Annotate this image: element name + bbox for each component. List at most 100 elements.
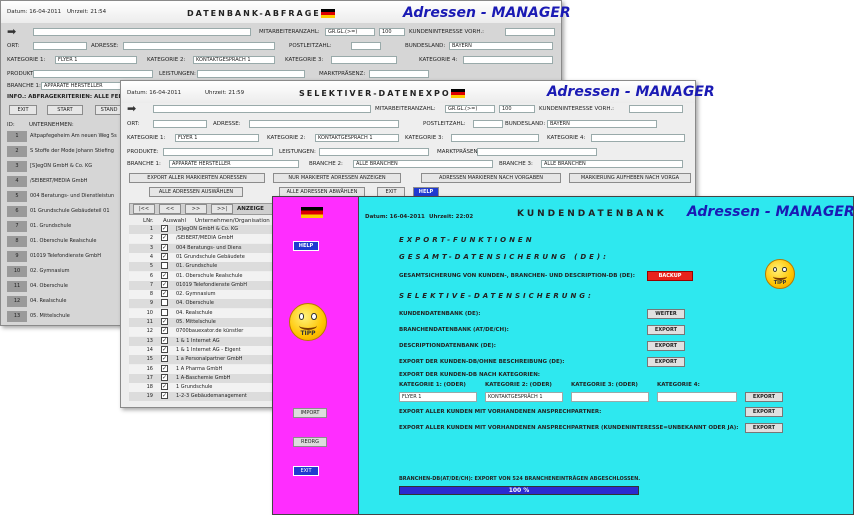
import-button[interactable]: IMPORT xyxy=(293,408,327,418)
table-row[interactable]: 7 ✓ 01019 Telefondienste GmbH xyxy=(129,280,279,290)
row-select-checkbox[interactable]: ✓ xyxy=(161,364,168,372)
row-select-checkbox[interactable]: ✓ xyxy=(161,318,168,325)
stand-button[interactable]: STAND xyxy=(95,105,123,115)
tipp-smiley-icon[interactable]: TIPP xyxy=(765,259,795,289)
table-row[interactable]: 5 01. Grundschule xyxy=(129,262,279,272)
table-row[interactable]: 13 ✓ 1 & 1 Internet AG xyxy=(129,336,279,346)
list-item[interactable]: 2S Stoffe der Mode Johann Stiefing xyxy=(7,146,125,157)
export-interesse-button[interactable]: EXPORT xyxy=(745,423,783,433)
marktpraesenz-field[interactable] xyxy=(477,148,597,156)
kat2-field[interactable]: KONTAKTGESPRÄCH 1 xyxy=(485,392,563,402)
table-row[interactable]: 19 ✓ 1-2-3 Gebäudemanagement xyxy=(129,392,279,402)
mitarbeiter-operator-select[interactable]: GR.GL.(>=) xyxy=(445,105,495,113)
markierung-aufheben-button[interactable]: MARKIERUNG AUFHEBEN NACH VORGA xyxy=(569,173,691,183)
kundeninteresse-select[interactable] xyxy=(505,28,555,36)
kat3-field[interactable] xyxy=(451,134,539,142)
row-select-checkbox[interactable]: ✓ xyxy=(161,290,168,298)
leistungen-field[interactable] xyxy=(319,148,429,156)
kat4-field[interactable] xyxy=(657,392,737,402)
row-select-checkbox[interactable]: ✓ xyxy=(161,345,168,353)
branche1-select[interactable]: APPARATE HERSTELLER xyxy=(169,160,299,168)
export-kategorien-button[interactable]: EXPORT xyxy=(745,392,783,402)
adresse-field[interactable] xyxy=(249,120,399,128)
search-name-field[interactable] xyxy=(153,105,371,113)
row-select-checkbox[interactable]: ✓ xyxy=(161,383,168,391)
bundesland-select[interactable]: BAYERN xyxy=(449,42,553,50)
list-item[interactable]: 5 004 Beratungs- und Dienstleistun xyxy=(7,191,125,202)
reorg-button[interactable]: REORG xyxy=(293,437,327,447)
table-row[interactable]: 1 ✓ [S]egON GmbH & Co. KG xyxy=(129,225,279,234)
list-item[interactable]: 7 01. Grundschule xyxy=(7,221,125,232)
list-item[interactable]: 1 Altpapfegeheim Am neuen Weg 5s xyxy=(7,131,125,142)
table-row[interactable]: 17 ✓ 1 A-Baschemie GmbH xyxy=(129,373,279,383)
row-select-checkbox[interactable]: ✓ xyxy=(161,243,168,251)
export-ansprech-button[interactable]: EXPORT xyxy=(745,407,783,417)
list-item[interactable]: 3 [S]egON GmbH & Co. KG xyxy=(7,161,125,172)
produkte-field[interactable] xyxy=(163,148,273,156)
help-button[interactable]: HELP xyxy=(293,241,319,251)
table-row[interactable]: 11 ✓ 05. Mittelschule xyxy=(129,318,279,327)
last-page-button[interactable]: >>| xyxy=(211,204,233,214)
table-row[interactable]: 16 ✓ 1 A Pharma GmbH xyxy=(129,364,279,374)
next-page-button[interactable]: >> xyxy=(185,204,207,214)
table-row[interactable]: 18 ✓ 1 Grundschule xyxy=(129,383,279,393)
tipp-smiley-icon[interactable]: TIPP xyxy=(289,303,327,341)
produkte-field[interactable] xyxy=(33,70,153,78)
export-description-button[interactable]: EXPORT xyxy=(647,341,685,351)
row-select-checkbox[interactable]: ✓ xyxy=(161,234,168,242)
leistungen-field[interactable] xyxy=(197,70,305,78)
row-select-checkbox[interactable] xyxy=(161,299,168,307)
list-item[interactable]: 11 04. Oberschule xyxy=(7,281,125,292)
kat2-field[interactable]: KONTAKTGESPRÄCH 1 xyxy=(315,134,399,142)
table-row[interactable]: 4 ✓ 01 Grundschule Gebäudete xyxy=(129,252,279,262)
list-item[interactable]: 9 01019 Telefondienste GmbH xyxy=(7,251,125,262)
mitarbeiter-value-field[interactable]: 100 xyxy=(499,105,535,113)
list-item[interactable]: 13 05. Mittelschule xyxy=(7,311,125,322)
arrow-icon[interactable]: ➡ xyxy=(127,102,136,115)
adresse-field[interactable] xyxy=(123,42,275,50)
alle-auswaehlen-button[interactable]: ALLE ADRESSEN AUSWÄHLEN xyxy=(149,187,243,197)
branche1-select[interactable]: APPARATE HERSTELLER xyxy=(41,82,121,90)
plz-field[interactable] xyxy=(473,120,503,128)
ort-field[interactable] xyxy=(33,42,87,50)
table-row[interactable]: 3 ✓ 004 Beratungs- und Diens xyxy=(129,243,279,253)
start-button[interactable]: START xyxy=(47,105,83,115)
row-select-checkbox[interactable] xyxy=(161,262,168,270)
table-row[interactable]: 14 ✓ 1 & 1 Internet AG - Eigent xyxy=(129,345,279,355)
table-row[interactable]: 6 ✓ 01. Oberschule Realschule xyxy=(129,271,279,281)
table-row[interactable]: 12 ✓ 0700bauexator.de künstler xyxy=(129,327,279,337)
row-select-checkbox[interactable]: ✓ xyxy=(161,271,168,279)
kat4-field[interactable] xyxy=(591,134,685,142)
list-item[interactable]: 4/SEIBERT/MEDIA GmbH xyxy=(7,176,125,187)
branche3-select[interactable]: ALLE BRANCHEN xyxy=(541,160,683,168)
adressen-markieren-button[interactable]: ADRESSEN MARKIEREN NACH VORGABEN xyxy=(421,173,561,183)
row-select-checkbox[interactable]: ✓ xyxy=(161,355,168,363)
mitarbeiter-operator-select[interactable]: GR.GL.(>=) xyxy=(325,28,375,36)
row-select-checkbox[interactable]: ✓ xyxy=(161,225,168,232)
row-select-checkbox[interactable]: ✓ xyxy=(161,280,168,288)
mitarbeiter-value-field[interactable]: 100 xyxy=(379,28,405,36)
table-row[interactable]: 9 04. Oberschule xyxy=(129,299,279,309)
row-select-checkbox[interactable]: ✓ xyxy=(161,327,168,335)
branche2-select[interactable]: ALLE BRANCHEN xyxy=(353,160,493,168)
list-item[interactable]: 6 01 Grundschule Gebäudeteil 01 xyxy=(7,206,125,217)
search-name-field[interactable] xyxy=(33,28,251,36)
row-select-checkbox[interactable]: ✓ xyxy=(161,373,168,381)
export-branchen-button[interactable]: EXPORT xyxy=(647,325,685,335)
kat1-field[interactable]: FLYER 1 xyxy=(175,134,259,142)
table-row[interactable]: 10 04. Realschule xyxy=(129,308,279,318)
row-select-checkbox[interactable]: ✓ xyxy=(161,336,168,344)
first-page-button[interactable]: |<< xyxy=(133,204,155,214)
bundesland-select[interactable]: BAYERN xyxy=(547,120,657,128)
kat4-field[interactable] xyxy=(463,56,553,64)
kat2-field[interactable]: KONTAKTGESPRÄCH 1 xyxy=(193,56,275,64)
exit-button[interactable]: EXIT xyxy=(9,105,37,115)
table-row[interactable]: 8 ✓ 02. Gymnasium xyxy=(129,290,279,300)
marktpraesenz-field[interactable] xyxy=(369,70,429,78)
row-select-checkbox[interactable] xyxy=(161,308,168,316)
table-row[interactable]: 15 ✓ 1 a Personalpartner GmbH xyxy=(129,355,279,365)
list-item[interactable]: 12 04. Realschule xyxy=(7,296,125,307)
exit-button[interactable]: EXIT xyxy=(293,466,319,476)
arrow-icon[interactable]: ➡ xyxy=(7,25,16,38)
export-markierte-button[interactable]: EXPORT ALLER MARKIERTEN ADRESSEN xyxy=(129,173,265,183)
